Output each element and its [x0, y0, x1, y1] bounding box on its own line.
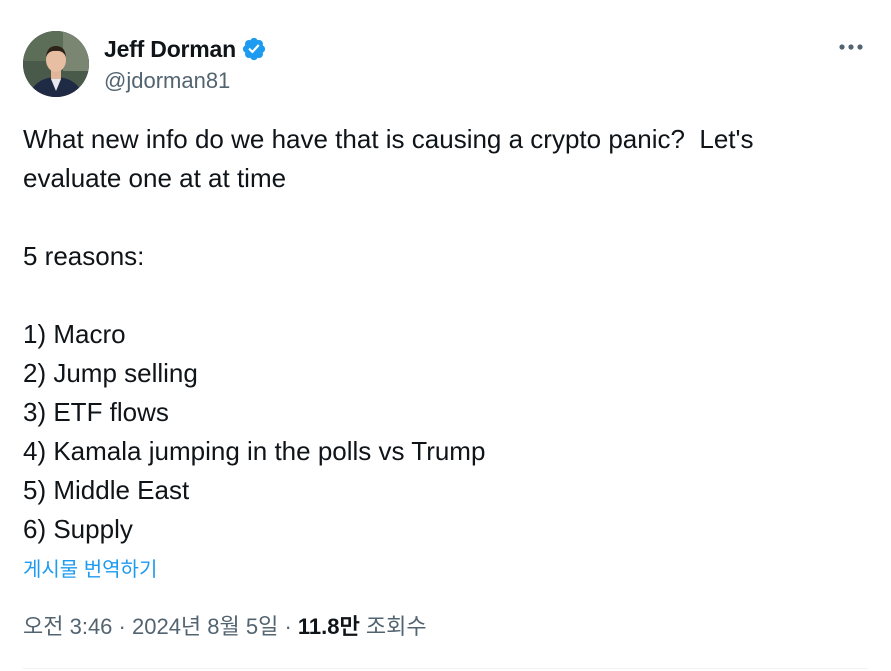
author-handle[interactable]: @jdorman81 [104, 68, 230, 94]
meta-separator: · [278, 614, 298, 639]
avatar-image [23, 31, 89, 97]
tweet-text-line: 5) Middle East [23, 475, 190, 505]
tweet-text-line: 5 reasons: [23, 241, 145, 271]
tweet-meta: 오전 3:46 · 2024년 8월 5일 · 11.8만 조회수 [23, 609, 427, 641]
tweet-text-line: 3) ETF flows [23, 397, 169, 427]
tweet-text: What new info do we have that is causing… [23, 120, 863, 549]
translate-post-link[interactable]: 게시물 번역하기 [23, 553, 157, 582]
tweet-date[interactable]: 2024년 8월 5일 [132, 614, 278, 639]
tweet-text-line [23, 276, 863, 315]
divider [23, 668, 868, 669]
author-name-row: Jeff Dorman [104, 34, 267, 64]
views-label: 조회수 [359, 614, 427, 639]
views-count: 11.8만 [297, 614, 360, 639]
tweet-time[interactable]: 오전 3:46 [23, 614, 112, 639]
tweet-text-line: evaluate one at at time [23, 163, 287, 193]
meta-separator: · [112, 614, 132, 639]
tweet-text-line [23, 198, 863, 237]
more-options-button[interactable] [834, 30, 868, 64]
avatar[interactable] [23, 31, 89, 97]
tweet-text-line: 2) Jump selling [23, 358, 198, 388]
tweet: Jeff Dorman @jdorman81 What new info do … [0, 0, 891, 671]
author-display-name[interactable]: Jeff Dorman [104, 36, 236, 63]
tweet-text-line: 1) Macro [23, 319, 126, 349]
tweet-text-line: 6) Supply [23, 514, 133, 544]
more-horizontal-icon [839, 44, 863, 50]
verified-badge-icon[interactable] [241, 36, 267, 62]
tweet-text-line: What new info do we have that is causing… [23, 124, 754, 154]
tweet-text-line: 4) Kamala jumping in the polls vs Trump [23, 436, 486, 466]
